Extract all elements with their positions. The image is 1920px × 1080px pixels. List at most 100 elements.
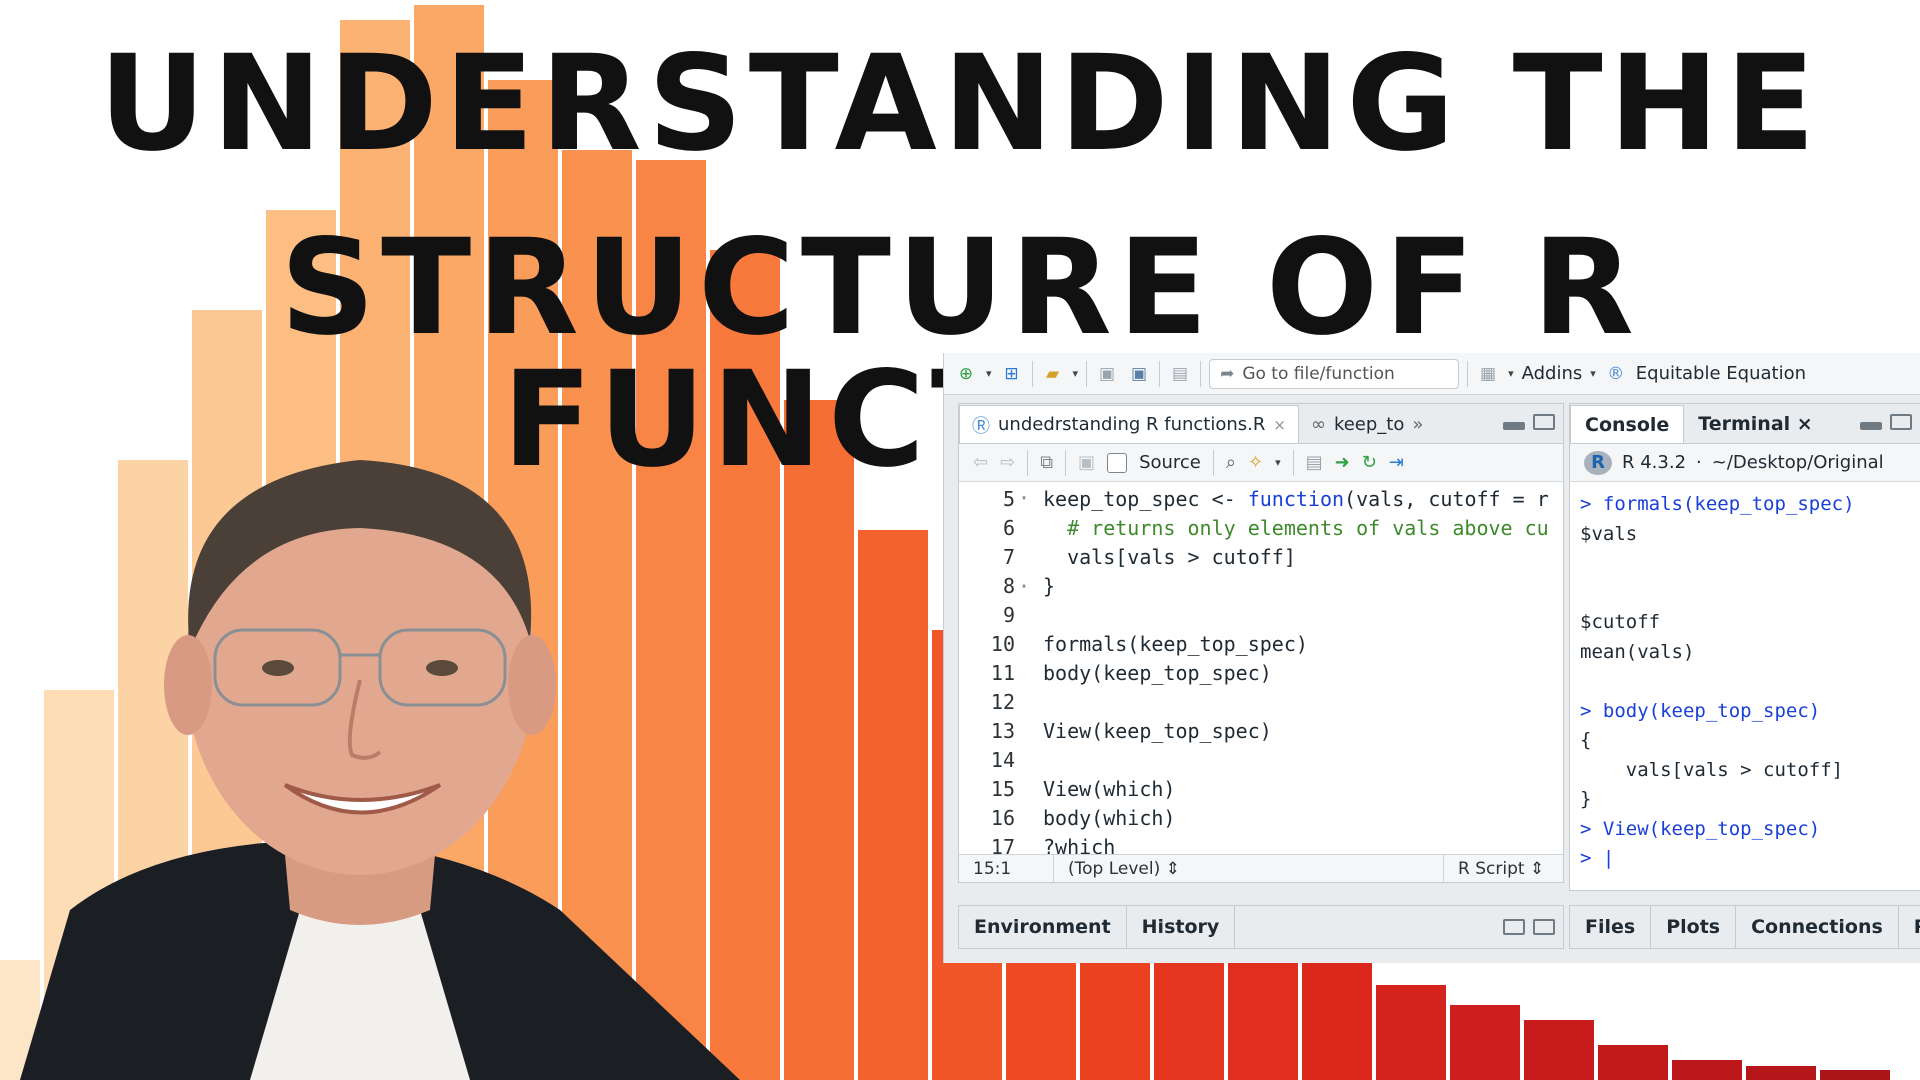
open-folder-caret-icon[interactable]: ▾ xyxy=(1073,367,1079,380)
working-directory[interactable]: ~/Desktop/Original xyxy=(1712,452,1884,473)
addins-caret-icon[interactable]: ▾ xyxy=(1590,367,1596,380)
line-number: 13 xyxy=(990,718,1015,743)
save-file-icon[interactable]: ▣ xyxy=(1078,452,1095,473)
code-editor[interactable]: 5 ▾ keep_top_spec <- function(vals, cutoff… xyxy=(959,484,1563,855)
console-tab-label: Console xyxy=(1585,413,1670,436)
new-file-icon[interactable]: ⊕ xyxy=(954,362,978,386)
console-input-line: > formals(keep_top_spec) xyxy=(1580,493,1855,515)
console-pane: Console Terminal × R R 4.3.2 · ~/Desktop… xyxy=(1569,403,1920,891)
go-to-file-input[interactable]: ➦ Go to file/function xyxy=(1209,358,1460,389)
workspace-panes-caret-icon[interactable]: ▾ xyxy=(1508,367,1514,380)
new-project-icon[interactable]: ⊞ xyxy=(1000,362,1024,386)
filetype-selector[interactable]: R Script ⇕ xyxy=(1444,855,1558,882)
minimize-icon[interactable] xyxy=(1860,422,1882,430)
code-line[interactable]: 12 xyxy=(959,687,1563,716)
show-in-window-icon[interactable]: ⧉ xyxy=(1040,452,1053,473)
background-bar xyxy=(1820,1070,1890,1080)
back-arrow-icon[interactable]: ⇦ xyxy=(973,452,988,473)
source-file-icon[interactable]: ⇥ xyxy=(1389,452,1404,473)
new-file-caret-icon[interactable]: ▾ xyxy=(986,367,992,380)
tab-connections[interactable]: Connections xyxy=(1736,906,1899,948)
toolbar-separator xyxy=(1212,449,1214,476)
equitable-equation-label[interactable]: Equitable Equation xyxy=(1636,363,1806,384)
code-line[interactable]: 8 ▴} xyxy=(959,571,1563,600)
line-number: 14 xyxy=(990,747,1015,772)
maximize-icon[interactable] xyxy=(1533,414,1555,430)
console-output-line: vals[vals > cutoff] xyxy=(1580,758,1844,781)
line-number: 16 xyxy=(990,805,1015,830)
code-line[interactable]: 14 xyxy=(959,745,1563,774)
source-tab-file[interactable]: Ⓡ undedrstanding R functions.R × xyxy=(959,405,1299,443)
line-number: 7 xyxy=(1002,544,1015,569)
code-comment: # returns only elements of vals above cu xyxy=(1043,515,1549,540)
code-line[interactable]: 13 View(keep_top_spec) xyxy=(959,716,1563,745)
code-line[interactable]: 7 vals[vals > cutoff] xyxy=(959,542,1563,571)
restore-icon[interactable] xyxy=(1503,919,1525,935)
code-line[interactable]: 16 body(which) xyxy=(959,803,1563,832)
rerun-icon[interactable]: ↻ xyxy=(1362,452,1377,473)
toolbar-separator xyxy=(1086,360,1088,387)
code-line[interactable]: 6 # returns only elements of vals above … xyxy=(959,513,1563,542)
close-tab-icon[interactable]: × xyxy=(1273,416,1286,434)
save-all-icon[interactable]: ▣ xyxy=(1127,362,1151,386)
source-tab-view[interactable]: ∞ keep_to » xyxy=(1298,405,1436,443)
workspace-panes-icon[interactable]: ▦ xyxy=(1476,362,1500,386)
editor-toolbar: ⇦ ⇨ ⧉ ▣ Source ⌕ ✧ ▾ ▤ ➜ ↻ ⇥ xyxy=(959,444,1563,482)
background-bar xyxy=(1598,1045,1668,1080)
toolbar-separator xyxy=(1027,449,1029,476)
background-bar xyxy=(1302,960,1372,1080)
save-icon[interactable]: ▣ xyxy=(1095,362,1119,386)
forward-arrow-icon[interactable]: ⇨ xyxy=(1000,452,1015,473)
scope-selector[interactable]: (Top Level) ⇕ xyxy=(1054,855,1444,882)
code-tools-caret-icon[interactable]: ▾ xyxy=(1275,456,1281,469)
console-output[interactable]: > formals(keep_top_spec) $vals $cutoff mea… xyxy=(1570,482,1920,882)
code-text: } xyxy=(1035,574,1055,598)
r-project-icon[interactable]: ® xyxy=(1604,362,1628,386)
tab-console[interactable]: Console xyxy=(1570,405,1685,443)
console-input-line: > body(keep_top_spec) xyxy=(1580,699,1821,722)
background-bar xyxy=(784,400,854,1080)
fold-marker-icon[interactable]: ▾ xyxy=(1021,493,1035,504)
minimize-icon[interactable] xyxy=(1503,422,1525,430)
source-on-save-checkbox[interactable] xyxy=(1107,452,1128,473)
code-line[interactable]: 10 formals(keep_top_spec) xyxy=(959,629,1563,658)
tab-environment[interactable]: Environment xyxy=(959,906,1127,948)
r-file-icon: Ⓡ xyxy=(972,415,990,437)
compile-report-icon[interactable]: ▤ xyxy=(1306,452,1323,473)
code-text: # returns only elements of vals above cu xyxy=(1035,516,1549,540)
code-text: body(which) xyxy=(1035,806,1175,830)
magic-wand-icon[interactable]: ✧ xyxy=(1248,452,1263,473)
toolbar-separator xyxy=(1467,360,1469,387)
code-line[interactable]: 5 ▾ keep_top_spec <- function(vals, cutoff… xyxy=(959,484,1563,513)
code-line[interactable]: 17 ?which xyxy=(959,832,1563,855)
tab-history[interactable]: History xyxy=(1127,906,1236,948)
fold-marker-icon[interactable]: ▴ xyxy=(1021,580,1035,591)
print-icon[interactable]: ▤ xyxy=(1168,362,1192,386)
maximize-icon[interactable] xyxy=(1890,414,1912,430)
background-bar xyxy=(1672,1060,1742,1080)
code-text: formals(keep_top_spec) xyxy=(1035,632,1308,656)
code-text: body(keep_top_spec) xyxy=(1035,661,1272,685)
more-tabs-icon[interactable]: » xyxy=(1412,414,1423,435)
open-folder-icon[interactable]: ▰ xyxy=(1041,362,1065,386)
code-line[interactable]: 9 xyxy=(959,600,1563,629)
code-text: View(which) xyxy=(1035,777,1175,801)
code-token: formals(keep_top_spec) xyxy=(1043,631,1308,656)
tab-terminal[interactable]: Terminal × xyxy=(1684,405,1826,443)
addins-menu[interactable]: Addins xyxy=(1522,363,1583,384)
code-line[interactable]: 11 body(keep_top_spec) xyxy=(959,658,1563,687)
tab-files[interactable]: Files xyxy=(1570,906,1652,948)
tab-packages[interactable]: Pa xyxy=(1899,906,1920,948)
maximize-icon[interactable] xyxy=(1533,919,1555,935)
tab-plots[interactable]: Plots xyxy=(1651,906,1737,948)
toolbar-separator xyxy=(1200,360,1202,387)
search-icon[interactable]: ⌕ xyxy=(1226,452,1236,473)
console-output-line: $vals xyxy=(1580,522,1638,545)
run-icon[interactable]: ➜ xyxy=(1335,452,1350,473)
line-number: 12 xyxy=(990,689,1015,714)
code-line[interactable]: 15 View(which) xyxy=(959,774,1563,803)
code-text: ?which xyxy=(1035,835,1115,855)
video-title-line-1: UNDERSTANDING THE xyxy=(98,27,1822,181)
